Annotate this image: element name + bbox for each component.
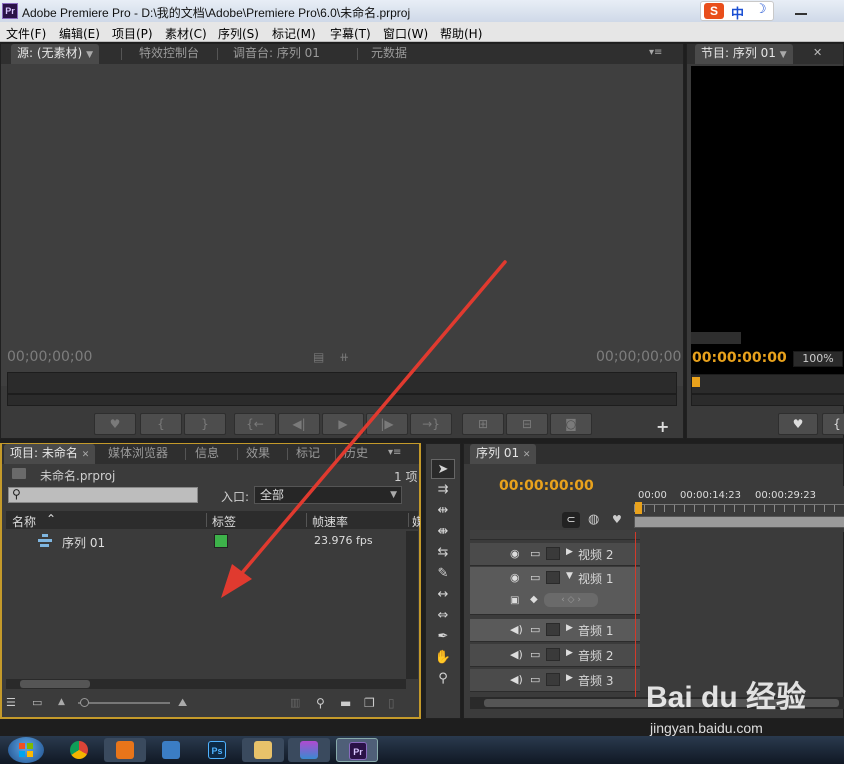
premiere-icon: Pr [349,742,367,760]
archive-icon [300,741,318,759]
taskbar: Ps Pr [0,736,844,764]
taskbar-archive[interactable] [288,738,330,762]
taskbar-premiere[interactable]: Pr [336,738,378,762]
network-icon [162,741,180,759]
windows-logo-icon [19,743,33,757]
watermark-site: jingyan.baidu.com [650,720,763,736]
baidu-watermark: Bai du 经验 jingyan.baidu.com [638,672,844,736]
annotation-arrow [221,260,507,598]
chrome-icon [70,741,88,759]
taskbar-network[interactable] [150,738,192,762]
taskbar-photoshop[interactable]: Ps [196,738,238,762]
start-button[interactable] [8,737,44,763]
folder-icon [254,741,272,759]
app-icon [116,741,134,759]
watermark-brand: Bai du 经验 [646,681,807,714]
taskbar-explorer[interactable] [242,738,284,762]
taskbar-app[interactable] [104,738,146,762]
taskbar-chrome[interactable] [58,738,100,762]
photoshop-icon: Ps [208,741,226,759]
